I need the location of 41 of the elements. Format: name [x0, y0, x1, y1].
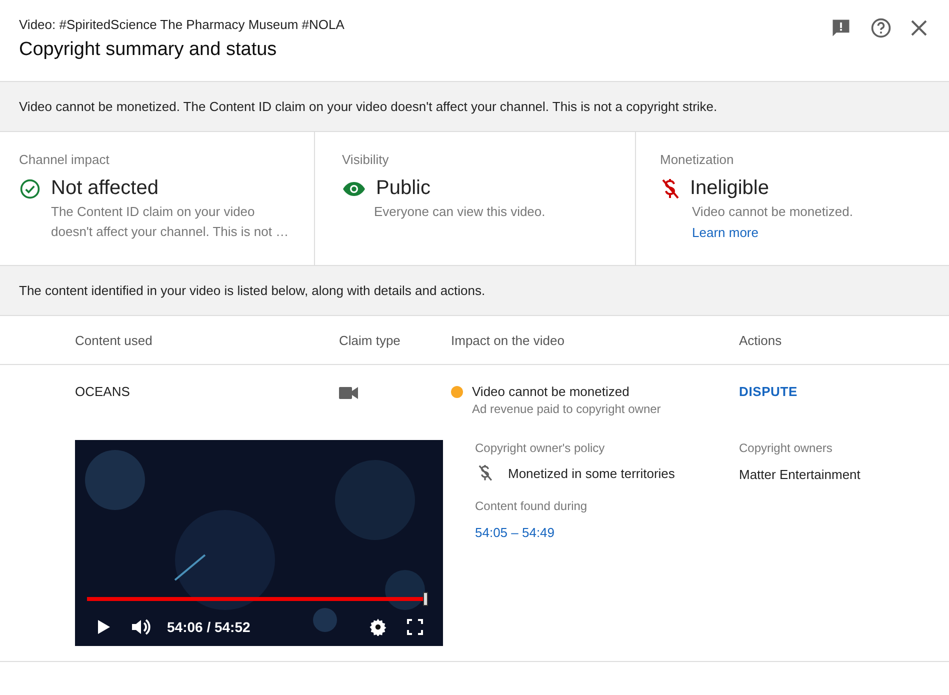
card-value: Public [376, 177, 430, 200]
video-camera-icon [339, 386, 359, 400]
impact-text: Video cannot be monetized [472, 384, 630, 399]
notice-text: Video cannot be monetized. The Content ID claim on your video doesn't affect your channel. This is not a copyright strike. [19, 99, 718, 114]
learn-more-link[interactable]: Learn more [692, 225, 932, 240]
policy-text: Monetized in some territories [508, 466, 675, 480]
column-header: Actions [739, 332, 783, 348]
card-detail: Everyone can view this video. [374, 203, 546, 221]
card-value: Not affected [51, 177, 158, 200]
volume-icon[interactable] [131, 618, 151, 636]
impact-detail: Ad revenue paid to copyright owner [472, 402, 661, 416]
check-circle-icon [19, 178, 41, 200]
timestamp-link[interactable]: 54:05 – 54:49 [475, 525, 739, 540]
feedback-icon[interactable] [830, 17, 852, 39]
video-title: Video: #SpiritedScience The Pharmacy Museum #NOLA [19, 17, 344, 32]
card-detail: Video cannot be monetized. [692, 203, 854, 221]
card-label: Visibility [342, 152, 390, 167]
card-label: Channel impact [19, 152, 110, 167]
no-dollar-icon [477, 464, 493, 482]
playback-time: 54:06 / 54:52 [167, 619, 250, 635]
close-icon[interactable] [910, 19, 928, 37]
dialog-title: Copyright summary and status [19, 39, 278, 61]
help-icon[interactable] [870, 17, 892, 39]
column-header: Impact on the video [451, 332, 566, 348]
column-header: Content used [75, 332, 154, 348]
no-dollar-icon [660, 178, 680, 200]
play-icon[interactable] [97, 619, 111, 635]
dispute-link[interactable]: DISPUTE [739, 384, 798, 399]
card-label: Monetization [660, 152, 735, 167]
found-label: Content found during [475, 499, 588, 513]
column-header: Claim type [339, 332, 402, 348]
fullscreen-icon[interactable] [407, 619, 423, 635]
owner-name: Matter Entertainment [739, 467, 860, 482]
settings-icon[interactable] [369, 618, 387, 636]
owners-label: Copyright owners [739, 441, 834, 455]
card-value: Ineligible [690, 177, 769, 200]
card-detail: The Content ID claim on your video doesn't affect your channel. This is not … [51, 203, 290, 241]
eye-icon [342, 180, 366, 196]
content-name: OCEANS [75, 384, 130, 399]
info-text: The content identified in your video is listed below, along with details and actions. [19, 283, 486, 298]
policy-label: Copyright owner's policy [475, 441, 606, 455]
